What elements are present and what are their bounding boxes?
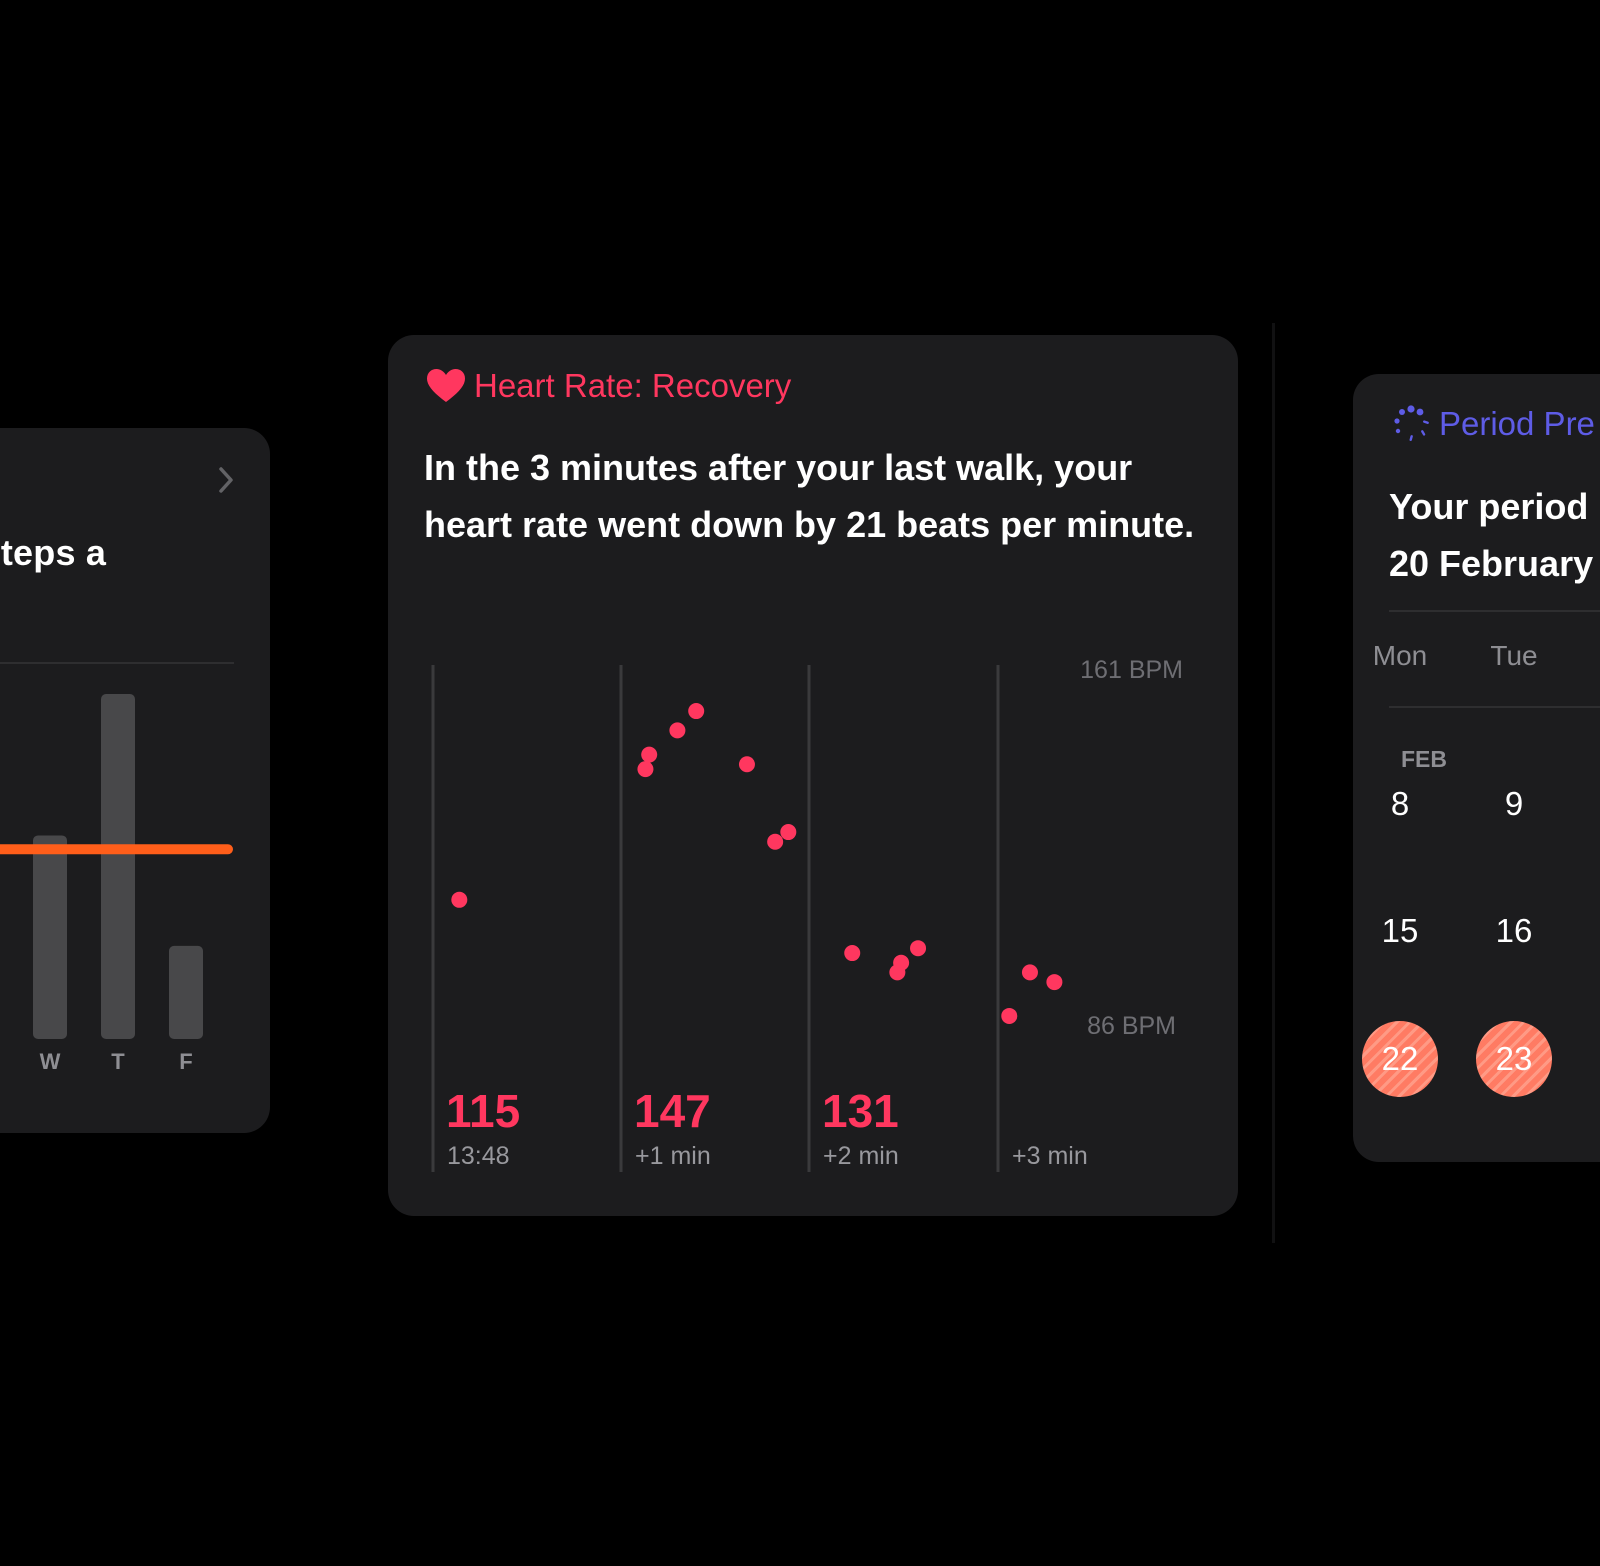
column-value: 115 <box>446 1085 520 1137</box>
heart-rate-point <box>767 833 784 850</box>
bar-label: W <box>40 1049 61 1074</box>
calendar-day[interactable]: 8 <box>1362 766 1438 842</box>
heart-rate-point <box>641 746 658 763</box>
heart-rate-scatter-chart: 161 BPM 86 BPM 115 13:48 147 +1 min 131 +2 mi… <box>431 656 1183 1172</box>
steps-bar-chart: WTF <box>0 694 233 1074</box>
card-summary: Your period 20 February <box>1389 478 1600 592</box>
heart-rate-point <box>844 945 861 962</box>
heart-rate-point <box>1001 1007 1018 1024</box>
heart-rate-point <box>451 891 468 908</box>
column-value: 147 <box>634 1085 711 1137</box>
range-max-label: 161 BPM <box>1080 656 1183 684</box>
calendar-day[interactable]: 16 <box>1476 893 1552 969</box>
card-header: Period Pre <box>1391 404 1595 444</box>
heart-rate-point <box>637 761 654 778</box>
heart-rate-point <box>738 756 755 773</box>
card-title: Period Pre <box>1439 405 1595 442</box>
chevron-right-icon[interactable] <box>218 466 234 494</box>
calendar-day-predicted[interactable]: 23 <box>1476 1021 1552 1097</box>
column-value: 131 <box>822 1085 899 1137</box>
column-time-label: 13:48 <box>447 1142 510 1170</box>
divider <box>1389 610 1600 612</box>
weekday-tue: Tue <box>1490 640 1538 671</box>
summary-line: Your period <box>1389 486 1589 527</box>
heart-rate-point <box>910 940 927 957</box>
column-time-label: +2 min <box>823 1142 899 1170</box>
column-time-label: +1 min <box>635 1142 711 1170</box>
heart-rate-point <box>688 703 705 720</box>
summary-line: 20 February <box>1389 543 1594 584</box>
bar-F <box>169 945 203 1039</box>
bar-W <box>33 835 67 1039</box>
calendar-day-predicted[interactable]: 22 <box>1362 1021 1438 1097</box>
calendar-day[interactable]: 9 <box>1476 766 1552 842</box>
steps-card[interactable]: 95 steps a W T F <box>0 428 270 1133</box>
heart-rate-point <box>669 722 686 739</box>
bar-T <box>101 694 135 1039</box>
heart-rate-point <box>893 954 910 971</box>
period-prediction-card[interactable]: Period Pre Your period 20 February Mon T… <box>1353 374 1600 1162</box>
heart-rate-point <box>1046 974 1063 991</box>
steps-summary: 95 steps a <box>0 532 107 573</box>
range-min-label: 86 BPM <box>1087 1012 1176 1040</box>
heart-rate-point <box>1021 964 1038 981</box>
bar-label: T <box>111 1049 125 1074</box>
weekday-mon: Mon <box>1372 640 1428 671</box>
card-separator <box>1272 323 1275 1243</box>
heart-rate-point <box>780 824 797 841</box>
divider <box>1389 706 1600 708</box>
bar-label: F <box>179 1049 192 1074</box>
column-time-label: +3 min <box>1012 1142 1088 1170</box>
heart-rate-recovery-card[interactable]: Heart Rate: Recovery In the 3 minutes af… <box>388 335 1238 1216</box>
period-prediction-icon <box>1394 405 1429 441</box>
calendar-day[interactable]: 15 <box>1362 893 1438 969</box>
